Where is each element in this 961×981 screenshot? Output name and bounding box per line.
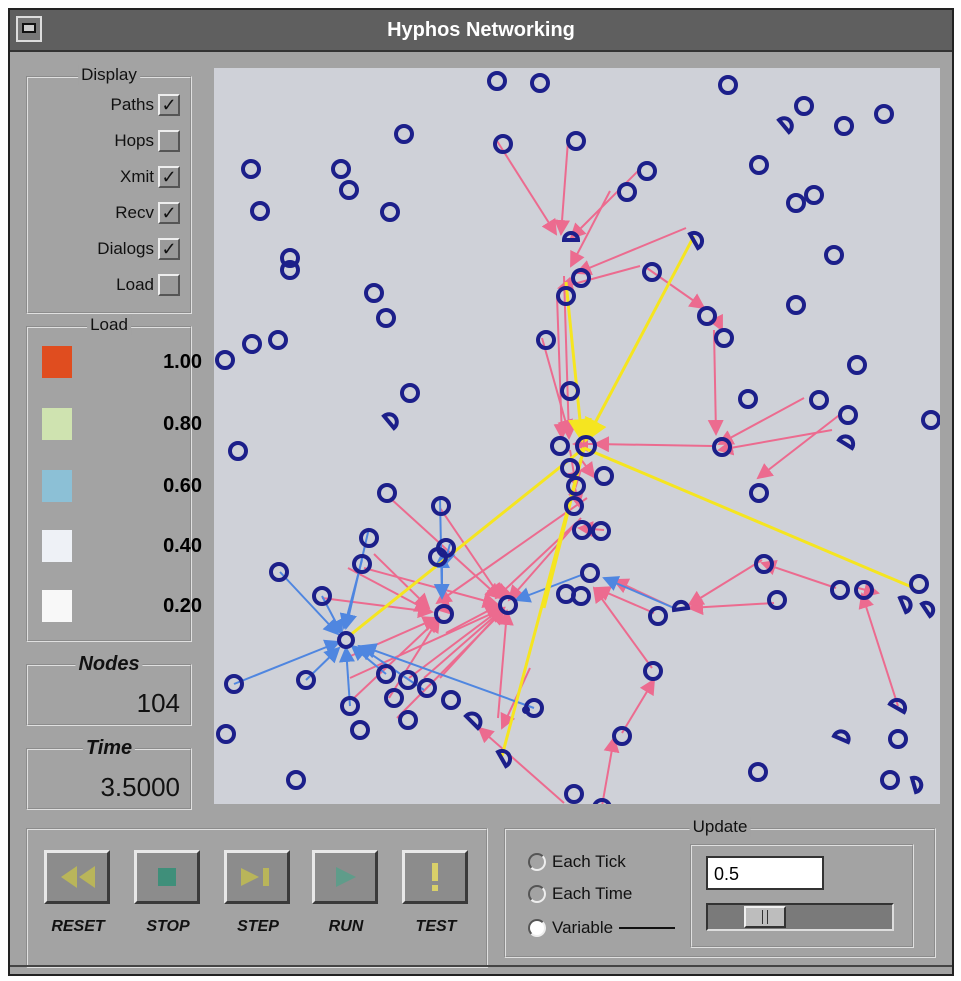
display-dialogs-checkbox[interactable]: ✓ <box>158 238 180 260</box>
stop-label: STOP <box>146 918 190 935</box>
load-level-value: 1.00 <box>163 350 202 373</box>
time-counter: Time 3.5000 <box>26 737 192 810</box>
network-canvas[interactable] <box>214 68 941 818</box>
nodes-counter: Nodes 104 <box>26 653 192 726</box>
display-paths-label: Paths <box>110 95 154 114</box>
network-graph[interactable] <box>214 68 941 818</box>
stop-icon <box>158 868 176 886</box>
test-button[interactable] <box>402 850 468 904</box>
load-swatch <box>42 470 72 502</box>
reset-label: RESET <box>51 918 105 935</box>
nodes-label: Nodes <box>75 653 143 676</box>
window-title: Hyphos Networking <box>387 19 575 41</box>
display-legend: Display <box>78 65 140 85</box>
display-hops-checkbox[interactable] <box>158 130 180 152</box>
step-button[interactable] <box>224 850 290 904</box>
load-level-row: 1.00 <box>42 342 202 382</box>
each-time-option[interactable]: Each Time <box>528 884 632 904</box>
load-level-row: 0.80 <box>42 404 202 444</box>
time-value: 3.5000 <box>100 772 180 802</box>
load-legend-group: Load 1.00 0.80 0.60 0.40 0.20 <box>26 315 202 642</box>
load-level-row: 0.20 <box>42 586 202 626</box>
display-load-checkbox[interactable] <box>158 274 180 296</box>
load-swatch <box>42 408 72 440</box>
load-level-value: 0.20 <box>163 594 202 617</box>
reset-button[interactable] <box>44 850 110 904</box>
slider-grip <box>762 910 768 924</box>
load-swatch <box>42 346 72 378</box>
load-level-row: 0.60 <box>42 466 202 506</box>
display-hops-label: Hops <box>114 131 154 150</box>
slider-thumb[interactable] <box>744 906 786 928</box>
load-legend-title: Load <box>87 315 131 335</box>
load-level-value: 0.60 <box>163 474 202 497</box>
each-time-label: Each Time <box>552 884 633 903</box>
display-dialogs-label: Dialogs <box>97 239 154 258</box>
display-group: Display Paths ✓ Hops Xmit ✓ Recv ✓ Dialogs ✓… <box>26 65 192 314</box>
load-level-value: 0.40 <box>163 534 202 557</box>
load-level-value: 0.80 <box>163 412 202 435</box>
variable-connector <box>619 927 676 929</box>
load-swatch <box>42 530 72 562</box>
display-recv-option[interactable]: Recv ✓ <box>115 200 180 226</box>
title-bar[interactable]: Hyphos Networking <box>10 10 952 52</box>
variable-option[interactable]: Variable <box>528 918 676 938</box>
nodes-count: 104 <box>136 688 180 718</box>
run-button[interactable] <box>312 850 378 904</box>
status-bar <box>10 965 952 977</box>
update-interval-input[interactable]: 0.5 <box>706 856 824 890</box>
display-paths-option[interactable]: Paths ✓ <box>111 92 180 118</box>
each-tick-label: Each Tick <box>552 852 626 871</box>
step-forward-icon <box>241 868 269 886</box>
update-interval-slider[interactable] <box>706 903 894 931</box>
yellow-paths <box>348 235 915 757</box>
display-paths-checkbox[interactable]: ✓ <box>158 94 180 116</box>
display-hops-option[interactable]: Hops <box>114 128 180 154</box>
step-label: STEP <box>237 918 279 935</box>
load-level-row: 0.40 <box>42 526 202 566</box>
test-label: TEST <box>415 918 457 935</box>
display-load-option[interactable]: Load <box>116 272 180 298</box>
display-xmit-label: Xmit <box>120 167 154 186</box>
exclamation-icon <box>432 863 438 891</box>
display-load-label: Load <box>116 275 154 294</box>
display-dialogs-option[interactable]: Dialogs ✓ <box>97 236 180 262</box>
display-xmit-checkbox[interactable]: ✓ <box>158 166 180 188</box>
control-panel: RESET STOP STEP RUN TEST <box>26 828 488 968</box>
display-recv-checkbox[interactable]: ✓ <box>158 202 180 224</box>
display-xmit-option[interactable]: Xmit ✓ <box>120 164 180 190</box>
load-swatch <box>42 590 72 622</box>
hyphos-window: Hyphos Networking Display Paths ✓ Hops Xm… <box>8 8 954 976</box>
rewind-icon <box>61 866 95 888</box>
update-group: Update Each Tick Each Time Variable <box>504 817 936 958</box>
run-label: RUN <box>328 918 364 935</box>
time-label: Time <box>82 737 136 760</box>
update-legend: Update <box>689 817 751 837</box>
variable-radio[interactable] <box>528 919 546 937</box>
each-time-radio[interactable] <box>528 885 546 903</box>
display-recv-label: Recv <box>115 203 154 222</box>
each-tick-option[interactable]: Each Tick <box>528 852 626 872</box>
each-tick-radio[interactable] <box>528 853 546 871</box>
network-nodes[interactable] <box>215 71 941 818</box>
stop-button[interactable] <box>134 850 200 904</box>
play-icon <box>336 867 356 887</box>
variable-label: Variable <box>552 918 614 937</box>
